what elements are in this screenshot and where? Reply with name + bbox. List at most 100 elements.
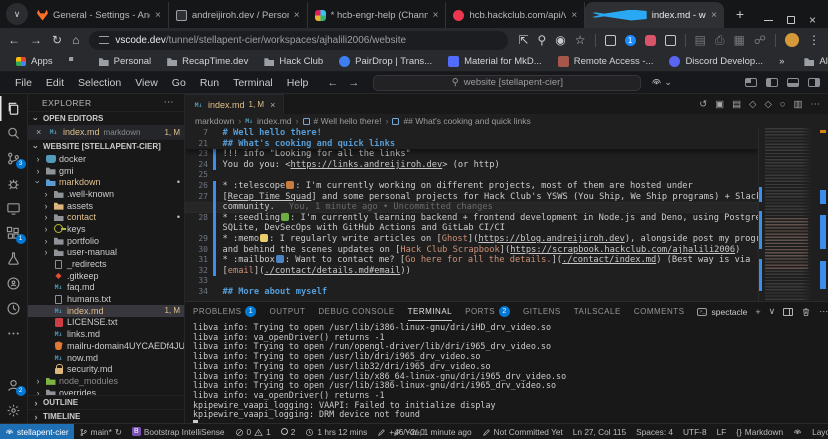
next-change-icon[interactable]: ◇ xyxy=(764,99,771,110)
close-tab-icon[interactable]: × xyxy=(711,10,717,21)
compare-icon[interactable]: ▤ xyxy=(732,99,741,110)
bookmarks-overflow-chevron[interactable]: » xyxy=(773,56,790,67)
tree-item[interactable]: ›markdown• xyxy=(28,176,184,188)
panel-tab-terminal[interactable]: TERMINAL xyxy=(408,302,452,321)
breadcrumb-item[interactable]: # Well hello there! xyxy=(314,116,382,126)
tree-item[interactable]: ›gmi xyxy=(28,165,184,177)
panel-tab-output[interactable]: OUTPUT xyxy=(269,302,305,321)
toggle-panel-icon[interactable] xyxy=(787,78,799,87)
forward-icon[interactable]: → xyxy=(30,33,42,47)
menu-terminal[interactable]: Terminal xyxy=(226,75,280,91)
close-tab-icon[interactable]: × xyxy=(571,10,577,21)
tree-item[interactable]: security.md xyxy=(28,363,184,375)
find-icon[interactable]: ⚲ xyxy=(538,33,547,47)
remote-status[interactable]: stellapent-cier xyxy=(0,424,74,439)
split-editor-icon[interactable]: ▥ xyxy=(794,99,803,110)
share-icon[interactable]: ⇱ xyxy=(518,33,528,47)
breadcrumb-item[interactable]: ## What's cooking and quick links xyxy=(403,116,530,126)
extension-box-icon[interactable] xyxy=(665,35,676,46)
menu-edit[interactable]: Edit xyxy=(39,75,71,91)
panel-more-icon[interactable]: ⋯ xyxy=(819,306,828,317)
browser-tab[interactable]: hcb.hackclub.com/api/v4/× xyxy=(446,2,585,28)
tree-item[interactable]: mailru-domain4UYCAEDf4JUbpbfM.h xyxy=(28,340,184,352)
apps-shortcut[interactable]: Apps xyxy=(10,56,59,67)
editor-tab-index-md[interactable]: M↓ index.md 1, M × xyxy=(185,94,284,114)
activity-live-share-icon[interactable] xyxy=(0,271,28,296)
code-editor[interactable]: 7# Well hello there!21## What's cooking … xyxy=(185,128,828,301)
activity-search-icon[interactable] xyxy=(0,121,28,146)
tree-item[interactable]: M↓links.md xyxy=(28,328,184,340)
panel-tab-debug-console[interactable]: DEBUG CONSOLE xyxy=(318,302,394,321)
problems-status[interactable]: 01 xyxy=(230,424,276,439)
count-status[interactable]: 2 xyxy=(276,424,301,439)
bookmark-item[interactable]: RecapTime.dev xyxy=(161,56,254,67)
activity-run-and-debug-icon[interactable] xyxy=(0,171,28,196)
open-editors-header[interactable]: ›OPEN EDITORS xyxy=(28,111,184,125)
bookmark-item[interactable]: Hack Club xyxy=(258,56,329,67)
kill-terminal-icon[interactable] xyxy=(801,306,811,317)
tree-item[interactable]: M↓faq.md xyxy=(28,282,184,294)
activity-remote-explorer-icon[interactable] xyxy=(0,196,28,221)
panel-tab-comments[interactable]: COMMENTS xyxy=(634,302,685,321)
close-tab-icon[interactable]: × xyxy=(294,10,300,21)
panel-tab-ports[interactable]: PORTS2 xyxy=(465,302,510,321)
all-bookmarks[interactable]: All Bookmarks xyxy=(798,56,828,67)
new-tab-button[interactable]: + xyxy=(728,2,752,26)
panel-tab-problems[interactable]: PROBLEMS1 xyxy=(193,302,256,321)
tree-item[interactable]: _redirects xyxy=(28,258,184,270)
browser-tab[interactable]: andreijiroh.dev / Personal× xyxy=(169,2,308,28)
activity-extensions-icon[interactable]: 1 xyxy=(0,221,28,246)
language-status[interactable]: {}Markdown xyxy=(731,424,788,439)
menu-selection[interactable]: Selection xyxy=(71,75,128,91)
menu-go[interactable]: Go xyxy=(165,75,193,91)
reader-eye-icon[interactable]: ◉ xyxy=(555,33,565,47)
tab-groups-icon[interactable]: ▦ xyxy=(734,33,745,47)
bookmark-star-icon[interactable]: ☆ xyxy=(575,33,586,47)
bookmark-item[interactable]: Remote Access -... xyxy=(552,56,660,67)
link-icon[interactable]: ☍ xyxy=(754,33,766,47)
address-bar[interactable]: vscode.dev/tunnel/stellapent-cier/worksp… xyxy=(89,31,508,50)
close-tab-icon[interactable]: × xyxy=(155,10,161,21)
tree-item[interactable]: M↓now.md xyxy=(28,352,184,364)
activity-explorer-icon[interactable] xyxy=(0,96,28,121)
overview-ruler[interactable] xyxy=(816,128,828,301)
blame-status[interactable]: You, 1 minute ago xyxy=(388,424,477,439)
minimap[interactable] xyxy=(758,128,816,301)
bookmark-item[interactable]: Discord Develop... xyxy=(663,56,769,67)
toggle-sidebar-icon[interactable] xyxy=(766,78,778,87)
command-center[interactable]: ⚲ website [stellapent-cier] xyxy=(373,75,641,91)
menu-file[interactable]: File xyxy=(8,75,39,91)
tree-item[interactable]: ›overrides xyxy=(28,387,184,395)
back-icon[interactable]: ← xyxy=(8,33,20,47)
browser-tab[interactable]: * hcb-engr-help (Channel× xyxy=(308,2,447,28)
tree-item[interactable]: ›docker xyxy=(28,153,184,165)
breadcrumb-item[interactable]: index.md xyxy=(257,116,292,126)
customize-layout-icon[interactable] xyxy=(745,78,757,87)
tree-item[interactable]: ›user-manual xyxy=(28,247,184,259)
reading-list-icon[interactable]: ▤ xyxy=(695,33,706,47)
menu-run[interactable]: Run xyxy=(193,75,226,91)
extension-red-icon[interactable] xyxy=(645,35,656,46)
keyboard-layout-status[interactable]: Layout: us xyxy=(807,424,828,439)
browser-tab[interactable]: index.md - website [stella× xyxy=(585,2,724,28)
explorer-more-icon[interactable]: ⋯ xyxy=(164,97,174,108)
toggle-secondary-sidebar-icon[interactable] xyxy=(808,78,820,87)
extension-qr-icon[interactable] xyxy=(605,35,616,46)
minimize-icon[interactable] xyxy=(764,20,773,21)
outline-header[interactable]: ›OUTLINE xyxy=(28,395,184,409)
activity-gitlens-icon[interactable] xyxy=(0,296,28,321)
tree-item[interactable]: LICENSE.txt xyxy=(28,317,184,329)
panel-tab-gitlens[interactable]: GITLENS xyxy=(523,302,561,321)
more-actions-icon[interactable]: ⋯ xyxy=(811,99,821,110)
panel-tab-tailscale[interactable]: TAILSCALE xyxy=(574,302,621,321)
open-editor-item[interactable]: × M↓ index.md markdown 1, M xyxy=(28,125,184,139)
close-window-icon[interactable]: × xyxy=(809,16,816,24)
browser-tab[interactable]: General - Settings - Andrei× xyxy=(30,2,169,28)
activity-source-control-icon[interactable]: 3 xyxy=(0,146,28,171)
timeline-back-icon[interactable]: ↺ xyxy=(699,99,707,110)
reload-icon[interactable]: ↻ xyxy=(52,33,62,47)
breadcrumb[interactable]: markdown›M↓index.md›# Well hello there!›… xyxy=(185,114,828,128)
close-editor-icon[interactable]: × xyxy=(36,127,44,137)
tree-item[interactable]: ›portfolio xyxy=(28,235,184,247)
run-icon[interactable]: ○ xyxy=(780,99,786,110)
